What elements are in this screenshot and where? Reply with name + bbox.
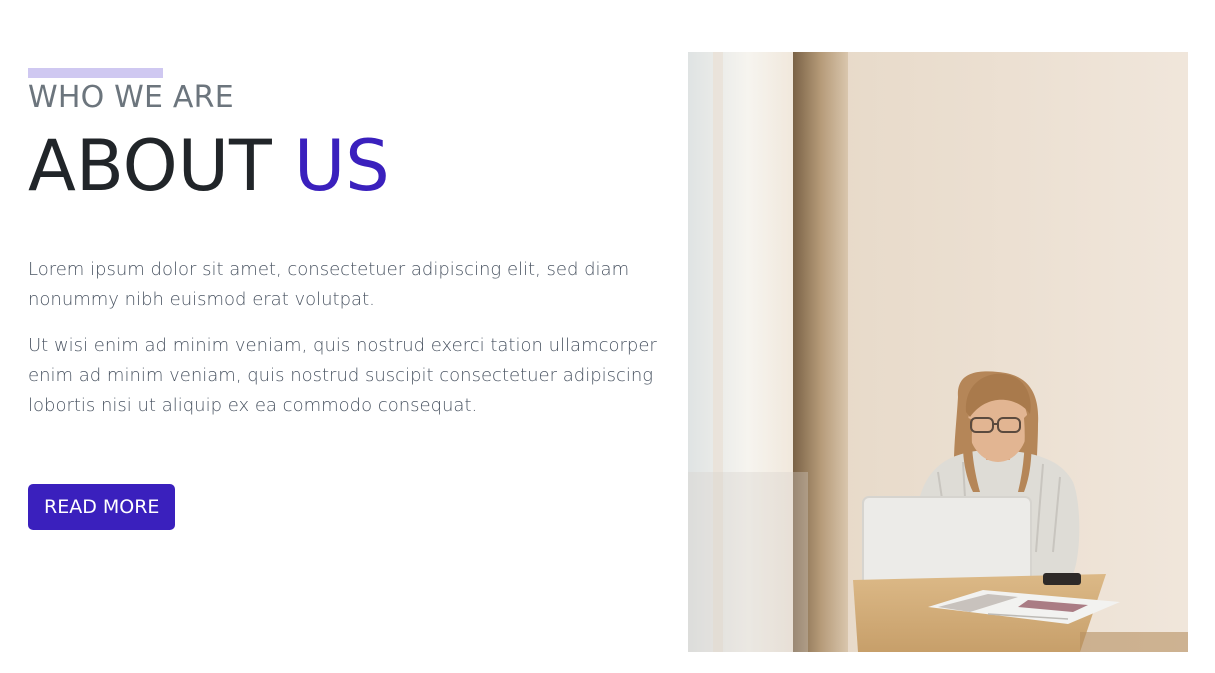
title-highlight: US [294,125,390,207]
read-more-button[interactable]: READ MORE [28,484,176,530]
accent-bar [28,68,163,78]
eyebrow-heading: WHO WE ARE [28,80,234,115]
about-photo [688,52,1188,652]
body-paragraph: Ut wisi enim ad minim veniam, quis nostr… [28,335,657,416]
about-section: WHO WE ARE ABOUT US Lorem ipsum dolor si… [0,0,1215,673]
page-title: ABOUT US [28,123,390,209]
woman-with-laptop-image [688,52,1188,652]
title-main: ABOUT [28,125,272,207]
intro-paragraph: Lorem ipsum dolor sit amet, consectetuer… [28,259,630,310]
